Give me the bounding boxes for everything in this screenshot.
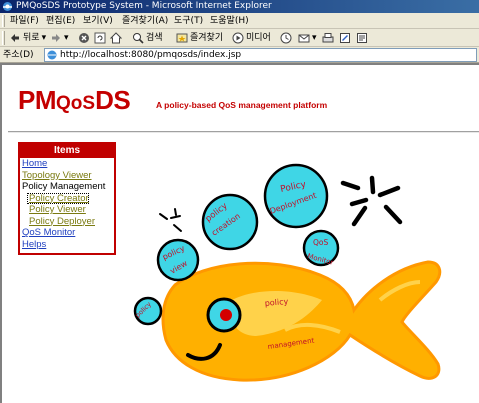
fish-drawing bbox=[161, 260, 442, 382]
bubble-policy-view: policy view bbox=[156, 238, 200, 282]
bubble-qos-monitor: QoS Monitor bbox=[302, 229, 340, 267]
bubble-policy-deployment: Policy Deployment bbox=[263, 163, 329, 229]
bubble-policy-small: policy bbox=[133, 296, 163, 326]
fish-illustration: policy management Policy Deployment poli… bbox=[133, 163, 442, 382]
bubble-policy-creation: policy creation bbox=[201, 193, 259, 251]
svg-text:QoS: QoS bbox=[313, 238, 328, 247]
